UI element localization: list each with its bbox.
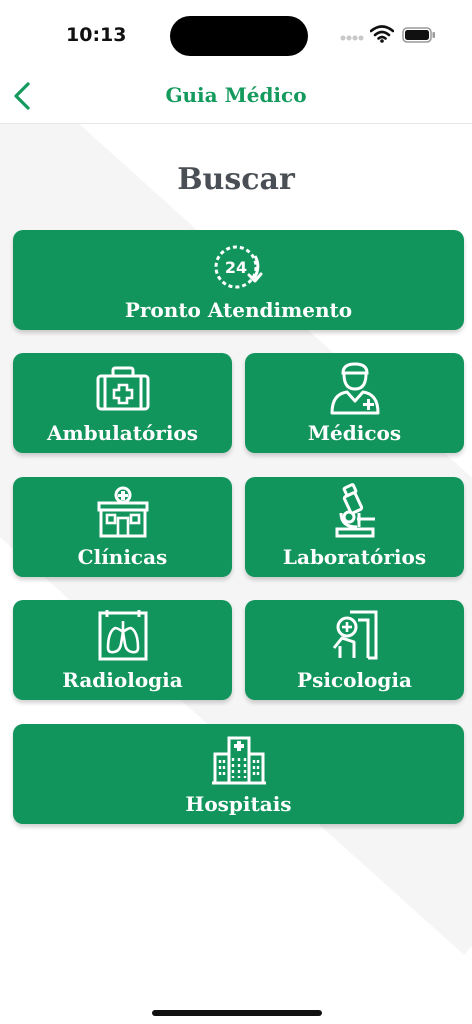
radiologia-button[interactable]: Radiologia — [13, 600, 232, 700]
doctor-icon — [330, 362, 379, 415]
first-aid-kit-icon — [96, 366, 149, 411]
tile-label: Radiologia — [62, 668, 183, 692]
psicologia-button[interactable]: Psicologia — [245, 600, 464, 700]
hospital-building-icon — [211, 736, 266, 785]
svg-text:24: 24 — [224, 258, 246, 277]
pronto-atendimento-button[interactable]: 24 Pronto Atendimento — [13, 230, 464, 330]
tile-label: Clínicas — [77, 545, 168, 569]
tile-label: Pronto Atendimento — [124, 298, 353, 322]
tile-label: Médicos — [307, 421, 402, 445]
status-time: 10:13 — [66, 24, 127, 46]
nav-title: Guia Médico — [165, 83, 307, 107]
cellular-signal-icon — [340, 35, 364, 41]
hospitais-button[interactable]: Hospitais — [13, 724, 464, 824]
ambulatorios-button[interactable]: Ambulatórios — [13, 353, 232, 453]
clock-24-icon: 24 — [214, 245, 262, 289]
navigation-bar: Guia Médico — [0, 70, 472, 124]
tile-label: Hospitais — [185, 792, 292, 816]
psychology-icon — [332, 610, 377, 660]
wifi-icon — [370, 25, 394, 43]
microscope-icon — [335, 483, 375, 538]
dynamic-island — [170, 16, 308, 56]
laboratorios-button[interactable]: Laboratórios — [245, 477, 464, 577]
clinic-building-icon — [97, 486, 148, 538]
tile-label: Laboratórios — [282, 545, 427, 569]
tile-label: Psicologia — [297, 668, 412, 692]
clinicas-button[interactable]: Clínicas — [13, 477, 232, 577]
page-heading: Buscar — [177, 162, 295, 197]
battery-icon — [402, 27, 435, 43]
tile-label: Ambulatórios — [46, 421, 199, 445]
x-ray-lungs-icon — [98, 610, 147, 661]
status-bar: 10:13 — [0, 0, 472, 70]
medicos-button[interactable]: Médicos — [245, 353, 464, 453]
home-indicator[interactable] — [152, 1010, 322, 1016]
